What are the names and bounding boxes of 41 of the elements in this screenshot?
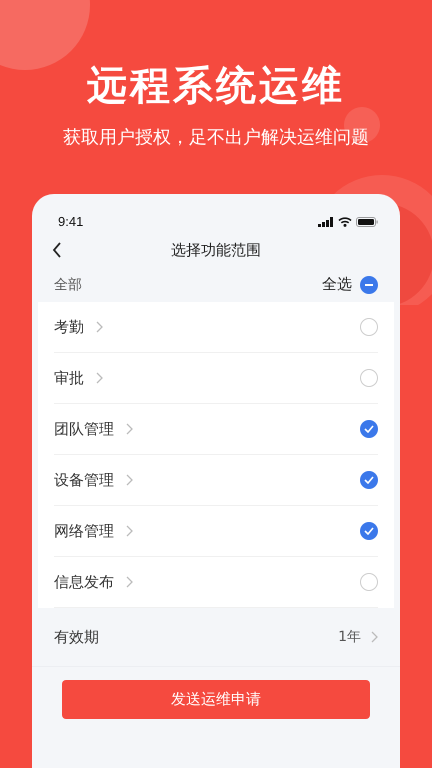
item-label: 考勤: [54, 318, 84, 336]
item-label: 团队管理: [54, 420, 114, 438]
validity-value: 1年: [338, 628, 361, 646]
signal-icon: [318, 216, 334, 226]
checkbox[interactable]: [360, 369, 378, 387]
validity-label: 有效期: [54, 628, 99, 646]
headline: 远程系统运维: [87, 62, 345, 111]
function-item[interactable]: 审批: [54, 353, 378, 404]
nav-title: 选择功能范围: [171, 240, 261, 260]
item-label: 信息发布: [54, 572, 114, 592]
chevron-icon: [371, 631, 378, 643]
item-label: 网络管理: [54, 522, 114, 540]
function-item[interactable]: 团队管理: [54, 404, 378, 455]
function-item[interactable]: 考勤: [54, 302, 378, 353]
checkbox[interactable]: [360, 420, 378, 438]
checkbox[interactable]: [360, 318, 378, 336]
chevron-icon: [126, 474, 133, 486]
chevron-icon: [126, 576, 133, 588]
function-item[interactable]: 设备管理: [54, 455, 378, 506]
check-icon: [364, 425, 374, 433]
checkbox[interactable]: [360, 573, 378, 591]
checkbox[interactable]: [360, 471, 378, 489]
battery-icon: [356, 216, 378, 226]
check-icon: [364, 476, 374, 484]
chevron-icon: [126, 423, 133, 435]
chevron-icon: [96, 372, 103, 384]
subtitle: 获取用户授权，足不出户解决运维问题: [63, 126, 369, 149]
select-all-button[interactable]: 全选: [322, 275, 378, 294]
item-label: 设备管理: [54, 470, 114, 490]
submit-button[interactable]: 发送运维申请: [62, 680, 370, 719]
chevron-icon: [96, 321, 103, 333]
item-label: 审批: [54, 368, 84, 388]
checkbox[interactable]: [360, 522, 378, 540]
function-item[interactable]: 信息发布: [54, 557, 378, 608]
validity-row[interactable]: 有效期 1年: [32, 608, 400, 667]
wifi-icon: [338, 216, 352, 226]
chevron-icon: [126, 525, 133, 537]
function-item[interactable]: 网络管理: [54, 506, 378, 557]
check-icon: [364, 527, 374, 535]
all-label: 全部: [54, 276, 82, 294]
status-time: 9:41: [58, 214, 84, 229]
